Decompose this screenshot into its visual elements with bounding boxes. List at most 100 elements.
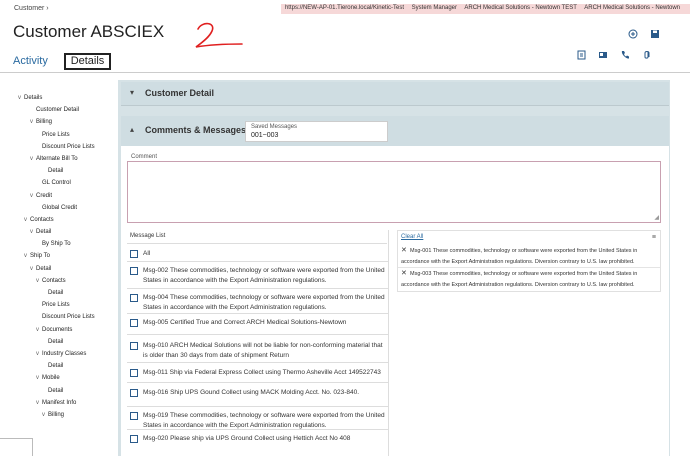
message-list-item[interactable]: Msg-002 These commodities, technology or… (130, 266, 386, 286)
field-value: 001~003 (251, 132, 279, 139)
checkbox[interactable] (130, 319, 138, 327)
selected-message: ✕ Msg-001 These commodities, technology o… (401, 245, 659, 268)
breadcrumb[interactable]: Customer › (14, 5, 49, 12)
checkbox[interactable] (130, 267, 138, 275)
message-list-item[interactable]: All (130, 249, 386, 259)
tab-activity[interactable]: Activity (13, 55, 48, 67)
checkbox[interactable] (130, 412, 138, 420)
tree-item[interactable]: v Documents (18, 324, 118, 336)
resize-grip-icon[interactable]: ◢ (654, 214, 659, 221)
divider (127, 406, 388, 407)
chevron-down-icon[interactable]: ▾ (130, 88, 134, 97)
tree-item-label: Credit (36, 192, 53, 199)
attachment-icon[interactable] (642, 50, 652, 60)
message-list-item[interactable]: Msg-005 Certified True and Correct ARCH … (130, 318, 386, 328)
add-icon[interactable] (628, 29, 638, 39)
tree-item[interactable]: v Credit (18, 190, 118, 202)
tree-item-label: Detail (48, 363, 64, 370)
chevron-up-icon[interactable]: ▴ (130, 125, 134, 134)
comment-label: Comment (131, 154, 158, 160)
message-text: Msg-016 Ship UPS Gound Collect using MAC… (143, 389, 360, 396)
section-comments-messages: ▴ Comments & Messages Saved Messages 001… (121, 116, 669, 456)
tree-item[interactable]: Global Credit (18, 202, 118, 214)
saved-messages-field[interactable]: Saved Messages 001~003 (245, 121, 388, 142)
tree-item-label: Documents (42, 326, 73, 333)
message-list-item[interactable]: Msg-010 ARCH Medical Solutions will not … (130, 341, 386, 361)
tree-item[interactable]: v Mobile (18, 372, 118, 384)
divider (127, 382, 388, 383)
message-list-item[interactable]: Msg-016 Ship UPS Gound Collect using MAC… (130, 388, 386, 398)
checkbox[interactable] (130, 294, 138, 302)
sidebar-divider (0, 438, 32, 439)
message-text: Msg-005 Certified True and Correct ARCH … (143, 319, 347, 326)
company-site: ARCH Medical Solutions - Newtown (584, 5, 680, 11)
tree-item-label: Contacts (30, 216, 54, 223)
tree-item[interactable]: v Contacts (18, 275, 118, 287)
selected-message-text: Msg-001 These commodities, technology or… (401, 248, 638, 265)
tree-item-label: Customer Detail (36, 107, 80, 114)
remove-icon[interactable]: ✕ (401, 245, 410, 256)
message-list-item[interactable]: Msg-004 These commodities, technology or… (130, 293, 386, 313)
tree-item[interactable]: v Contacts (18, 214, 118, 226)
page-title: Customer ABSCIEX (13, 22, 165, 41)
checkbox[interactable] (130, 389, 138, 397)
clear-all-link[interactable]: Clear All (401, 234, 423, 240)
tree-item[interactable]: v Detail (18, 226, 118, 238)
message-text: Msg-004 These commodities, technology or… (143, 294, 385, 311)
tree-item[interactable]: GL Control (18, 177, 118, 189)
tree-item[interactable]: Detail (18, 360, 118, 372)
header-actions (628, 29, 660, 39)
tree-item-label: Contacts (42, 277, 66, 284)
divider (127, 362, 388, 363)
tree-item-label: By Ship To (42, 241, 71, 248)
checkbox[interactable] (130, 250, 138, 258)
tree-item[interactable]: Price Lists (18, 129, 118, 141)
tree-item[interactable]: Detail (18, 287, 118, 299)
message-list-item[interactable]: Msg-019 These commodities, technology or… (130, 411, 386, 431)
remove-icon[interactable]: ✕ (401, 268, 410, 279)
tree-item[interactable]: v Manifest Info (18, 397, 118, 409)
divider (127, 243, 387, 244)
tree-item[interactable]: v Alternate Bill To (18, 153, 118, 165)
tree-item-label: Detail (48, 338, 64, 345)
tree-item-label: Detail (36, 229, 52, 236)
tree-item-label: Global Credit (42, 204, 78, 211)
section-header[interactable]: ▴ Comments & Messages Saved Messages 001… (121, 116, 669, 146)
tree-item[interactable]: v Detail (18, 263, 118, 275)
tree-item[interactable]: By Ship To (18, 238, 118, 250)
phone-icon[interactable] (620, 50, 630, 60)
selected-message: ✕ Msg-003 These commodities, technology o… (401, 268, 659, 291)
tree-item-label: Detail (48, 387, 64, 394)
tree-item-label: Industry Classes (42, 350, 87, 357)
tree-item[interactable]: Detail (18, 165, 118, 177)
tree-item[interactable]: v Industry Classes (18, 348, 118, 360)
tree-item[interactable]: v Details (18, 92, 118, 104)
checkbox[interactable] (130, 369, 138, 377)
tree-item[interactable]: Detail (18, 336, 118, 348)
message-text: Msg-002 These commodities, technology or… (143, 267, 385, 284)
save-icon[interactable] (650, 29, 660, 39)
tree-item[interactable]: v Billing (18, 409, 118, 421)
menu-icon[interactable]: ≡ (652, 234, 656, 241)
message-list-item[interactable]: Msg-011 Ship via Federal Express Collect… (130, 368, 386, 388)
checkbox[interactable] (130, 342, 138, 350)
message-list: Message List All Msg-002 These commoditie… (127, 230, 389, 456)
tree-item[interactable]: Detail (18, 385, 118, 397)
tree-item-label: Mobile (42, 375, 60, 382)
comment-textarea[interactable]: ◢ (127, 161, 661, 223)
company-test: ARCH Medical Solutions - Newtown TEST (464, 5, 577, 11)
message-list-item[interactable]: Msg-020 Please ship via UPS Ground Colle… (130, 434, 386, 444)
tree-item[interactable]: v Billing (18, 116, 118, 128)
section-customer-detail[interactable]: ▾ Customer Detail (121, 82, 669, 106)
tree-item[interactable]: Discount Price Lists (18, 141, 118, 153)
checkbox[interactable] (130, 435, 138, 443)
tree-item[interactable]: Customer Detail (18, 104, 118, 116)
divider (127, 334, 388, 335)
card-icon[interactable] (598, 50, 608, 60)
document-icon[interactable] (576, 50, 586, 60)
environment-info: https://NEW-AP-01.Tierone.local/Kinetic-… (280, 4, 690, 14)
tree-item[interactable]: Discount Price Lists (18, 311, 118, 323)
tree-item[interactable]: Price Lists (18, 299, 118, 311)
tree-item[interactable]: v Ship To (18, 250, 118, 262)
tab-details[interactable]: Details (64, 53, 111, 70)
